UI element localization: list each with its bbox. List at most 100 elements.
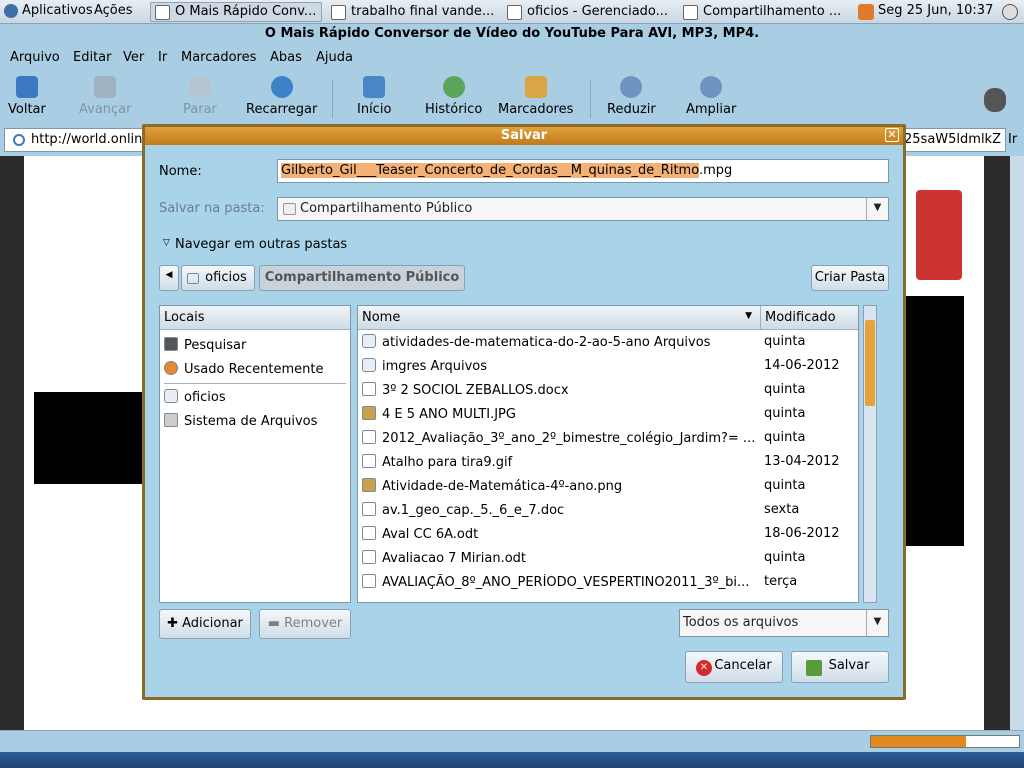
file-filter-value: Todos os arquivos xyxy=(683,615,799,630)
filename-input[interactable]: Gilberto_Gil___Teaser_Concerto_de_Cordas… xyxy=(277,159,889,183)
document-icon xyxy=(362,526,376,540)
file-row[interactable]: 3º 2 SOCIOL ZEBALLOS.docx quinta xyxy=(358,379,858,403)
back-button[interactable]: Voltar xyxy=(8,76,46,117)
zoom-out-button[interactable]: Reduzir xyxy=(607,76,656,117)
zoom-in-button[interactable]: Ampliar xyxy=(686,76,736,117)
folder-icon xyxy=(362,334,376,348)
plus-icon: ✚ xyxy=(167,616,183,631)
file-row[interactable]: Avaliacao 7 Mirian.odt quinta xyxy=(358,547,858,571)
file-name: 4 E 5 ANO MULTI.JPG xyxy=(362,406,758,422)
page-scrollbar[interactable] xyxy=(1010,156,1024,730)
cancel-button[interactable]: ✕ Cancelar xyxy=(685,651,783,683)
folder-icon xyxy=(187,273,199,284)
stop-button[interactable]: Parar xyxy=(183,76,217,117)
file-row[interactable]: av.1_geo_cap._5._6_e_7.doc sexta xyxy=(358,499,858,523)
create-folder-button[interactable]: Criar Pasta xyxy=(811,265,889,291)
remove-label: Remover xyxy=(284,616,343,631)
file-row[interactable]: imgres Arquivos 14-06-2012 xyxy=(358,355,858,379)
file-row[interactable]: Atalho para tira9.gif 13-04-2012 xyxy=(358,451,858,475)
coat-of-arms-image xyxy=(916,190,962,280)
file-modified: 14-06-2012 xyxy=(764,358,840,373)
file-name: 3º 2 SOCIOL ZEBALLOS.docx xyxy=(362,382,758,398)
name-label: Nome: xyxy=(159,164,202,179)
power-icon[interactable] xyxy=(1002,4,1018,20)
bookmarks-button[interactable]: Marcadores xyxy=(498,76,573,117)
progress-bar xyxy=(870,735,1020,748)
status-bar xyxy=(0,730,1024,752)
menu-ajuda[interactable]: Ajuda xyxy=(316,50,353,65)
add-button[interactable]: ✚ Adicionar xyxy=(159,609,251,639)
menu-ir[interactable]: Ir xyxy=(158,50,167,65)
save-label: Salvar xyxy=(828,658,870,673)
menu-editar[interactable]: Editar xyxy=(73,50,112,65)
menu-ver[interactable]: Ver xyxy=(123,50,144,65)
place-search[interactable]: Pesquisar xyxy=(164,334,246,358)
files-scrollbar[interactable] xyxy=(863,305,877,603)
toolbar-separator xyxy=(332,80,333,118)
close-icon[interactable]: ✕ xyxy=(885,128,899,142)
remove-button[interactable]: ▬ Remover xyxy=(259,609,351,639)
zoom-in-icon xyxy=(700,76,723,98)
clock[interactable]: Seg 25 Jun, 10:37 xyxy=(878,3,993,18)
home-button[interactable]: Início xyxy=(357,76,391,117)
file-row[interactable]: Aval CC 6A.odt 18-06-2012 xyxy=(358,523,858,547)
file-list: atividades-de-matematica-do-2-ao-5-ano A… xyxy=(358,331,858,602)
path-back-button[interactable]: ◀ xyxy=(159,265,179,291)
file-row[interactable]: 2012_Avaliação_3º_ano_2º_bimestre_colégi… xyxy=(358,427,858,451)
place-filesystem[interactable]: Sistema de Arquivos xyxy=(164,410,317,434)
path-oficios-button[interactable]: oficios xyxy=(181,265,255,291)
task-compartilhamento[interactable]: Compartilhamento ... xyxy=(678,2,850,22)
toolbar-separator xyxy=(590,80,591,118)
task-oficios[interactable]: oficios - Gerenciado... xyxy=(502,2,674,22)
task-youtube-converter[interactable]: O Mais Rápido Conv... xyxy=(150,2,322,22)
file-name-label: AVALIAÇÃO_8º_ANO_PERÍODO_VESPERTINO2011_… xyxy=(382,575,750,590)
gnome-foot-icon xyxy=(4,4,18,18)
browse-folders-toggle[interactable]: Navegar em outras pastas xyxy=(175,237,347,252)
task-label: Compartilhamento ... xyxy=(703,4,842,19)
place-oficios[interactable]: oficios xyxy=(164,386,226,410)
cancel-icon: ✕ xyxy=(696,660,712,676)
file-name: AVALIAÇÃO_8º_ANO_PERÍODO_VESPERTINO2011_… xyxy=(362,574,758,590)
add-label: Adicionar xyxy=(182,616,243,631)
file-modified: 13-04-2012 xyxy=(764,454,840,469)
home-label: Início xyxy=(357,102,392,117)
menu-arquivo[interactable]: Arquivo xyxy=(10,50,60,65)
go-button[interactable]: Ir xyxy=(1008,132,1017,147)
folder-label: Salvar na pasta: xyxy=(159,201,265,216)
video-player[interactable] xyxy=(904,296,964,546)
black-block xyxy=(34,392,154,484)
scrollbar-thumb[interactable] xyxy=(865,320,875,406)
save-button[interactable]: Salvar xyxy=(791,651,889,683)
task-trabalho-final[interactable]: trabalho final vande... xyxy=(326,2,498,22)
folder-icon xyxy=(362,358,376,372)
zoom-out-label: Reduzir xyxy=(607,102,656,117)
file-name: imgres Arquivos xyxy=(362,358,758,374)
file-filter-select[interactable]: Todos os arquivos ▼ xyxy=(679,609,889,637)
menu-marcadores[interactable]: Marcadores xyxy=(181,50,256,65)
back-arrow-icon xyxy=(15,76,38,98)
place-recent[interactable]: Usado Recentemente xyxy=(164,358,324,382)
file-row[interactable]: Atividade-de-Matemática-4º-ano.png quinta xyxy=(358,475,858,499)
applications-menu[interactable]: Aplicativos xyxy=(22,3,93,18)
reload-button[interactable]: Recarregar xyxy=(246,76,317,117)
file-modified: terça xyxy=(764,574,798,589)
save-folder-select[interactable]: Compartilhamento Público ▼ xyxy=(277,197,889,221)
menu-abas[interactable]: Abas xyxy=(270,50,302,65)
path-current-button[interactable]: Compartilhamento Público xyxy=(259,265,465,291)
save-dialog: Salvar ✕ Nome: Gilberto_Gil___Teaser_Con… xyxy=(142,124,906,700)
forward-button[interactable]: Avançar xyxy=(79,76,132,117)
column-name-header[interactable]: Nome ▼ xyxy=(358,306,760,330)
expander-icon: ▽ xyxy=(163,238,170,248)
user-icon xyxy=(858,4,874,20)
file-name-label: Aval CC 6A.odt xyxy=(382,527,479,542)
file-name-label: atividades-de-matematica-do-2-ao-5-ano A… xyxy=(382,335,711,350)
file-row[interactable]: 4 E 5 ANO MULTI.JPG quinta xyxy=(358,403,858,427)
column-modified-header[interactable]: Modificado xyxy=(760,306,858,330)
history-button[interactable]: Histórico xyxy=(425,76,482,117)
file-name: av.1_geo_cap._5._6_e_7.doc xyxy=(362,502,758,518)
file-row[interactable]: atividades-de-matematica-do-2-ao-5-ano A… xyxy=(358,331,858,355)
loading-icon xyxy=(13,134,25,146)
file-row[interactable]: AVALIAÇÃO_8º_ANO_PERÍODO_VESPERTINO2011_… xyxy=(358,571,858,595)
actions-menu[interactable]: Ações xyxy=(94,3,133,18)
file-name: Atividade-de-Matemática-4º-ano.png xyxy=(362,478,758,494)
